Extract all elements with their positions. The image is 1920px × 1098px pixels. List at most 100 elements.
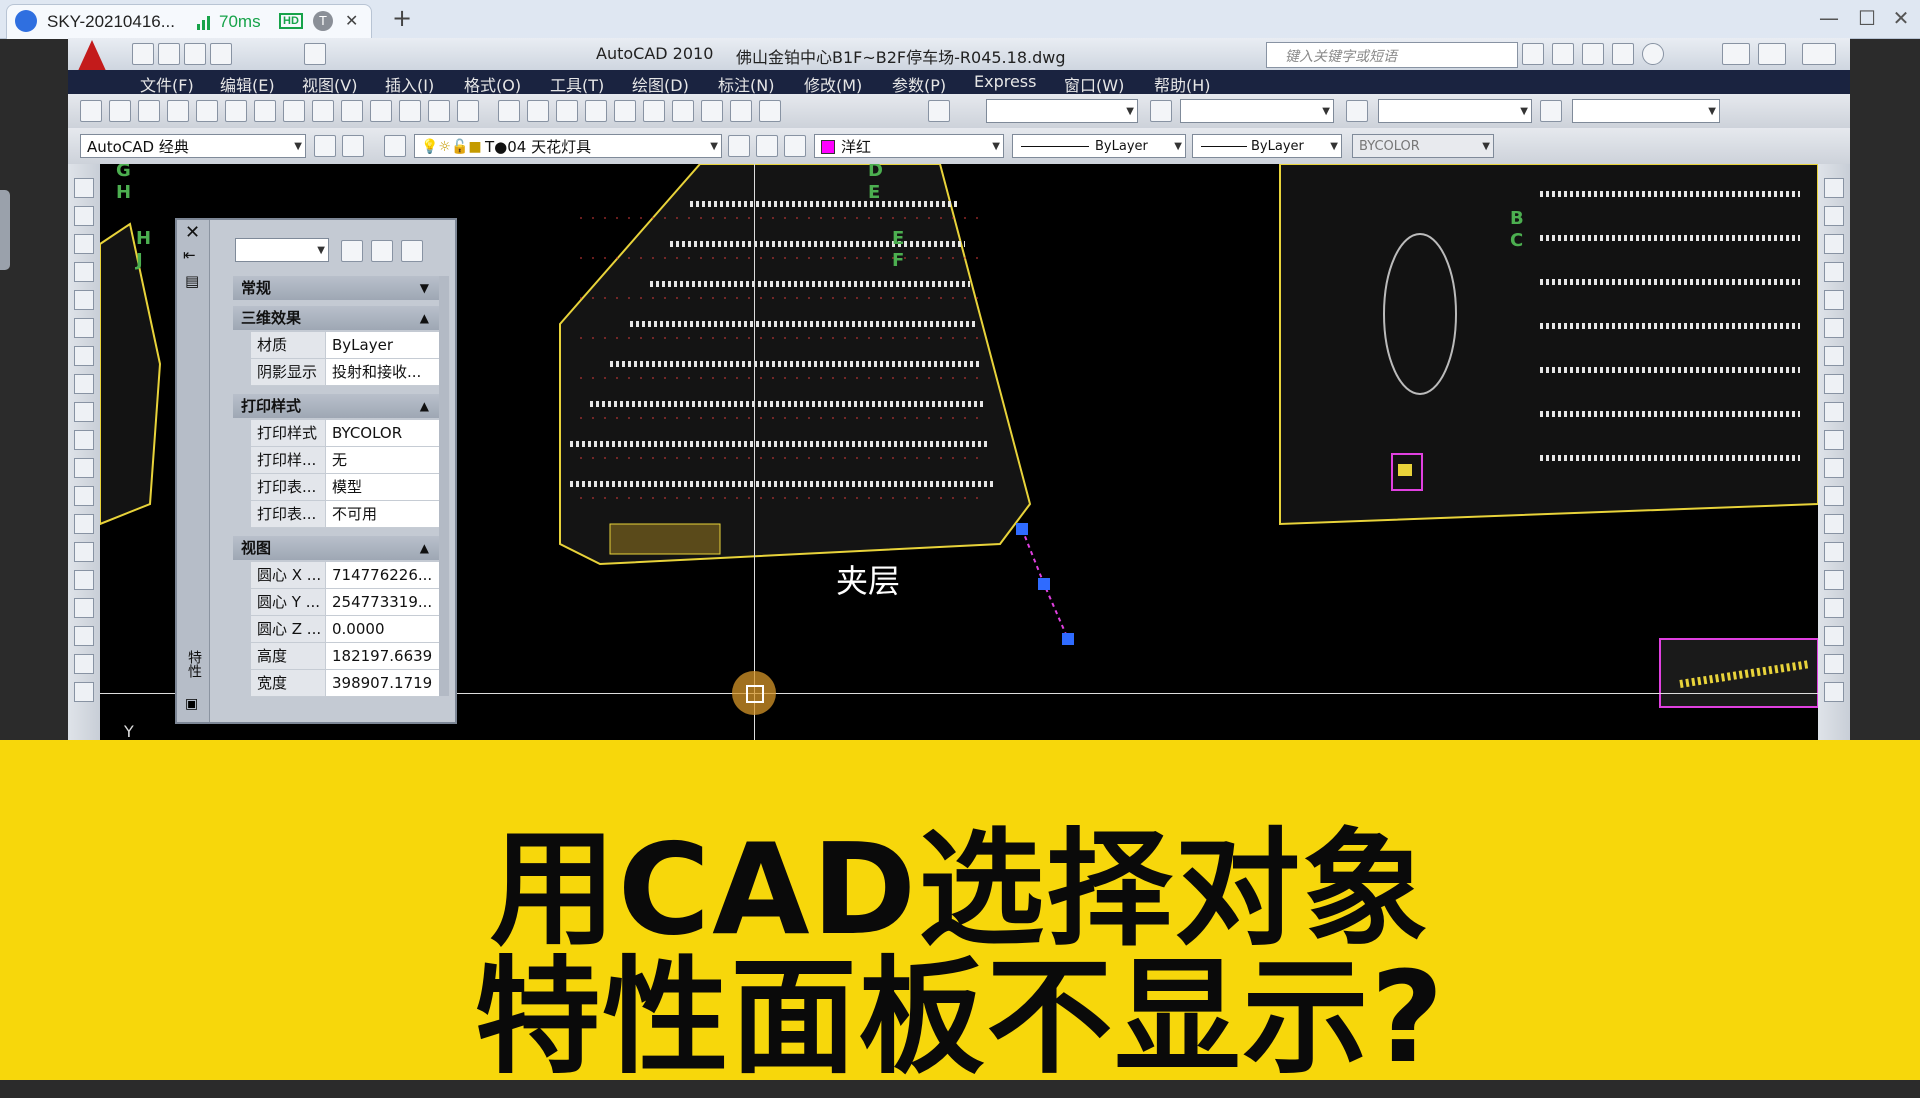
standard-tool-5-icon[interactable] — [196, 100, 218, 122]
zoom-tool-5-icon[interactable] — [614, 100, 636, 122]
undo-icon[interactable] — [210, 43, 232, 65]
draw-tool-9-icon[interactable] — [74, 402, 94, 422]
draw-tool-16-icon[interactable] — [74, 598, 94, 618]
draw-tool-5-icon[interactable] — [74, 290, 94, 310]
draw-tool-10-icon[interactable] — [74, 430, 94, 450]
zoom-tool-2-icon[interactable] — [527, 100, 549, 122]
plot-icon[interactable] — [304, 43, 326, 65]
toggle-pickadd-icon[interactable] — [341, 240, 363, 262]
standard-tool-8-icon[interactable] — [283, 100, 305, 122]
browser-tab[interactable]: SKY-20210416... 70ms HD T ✕ — [6, 4, 372, 39]
draw-tool-17-icon[interactable] — [74, 626, 94, 646]
binoculars-icon[interactable] — [1522, 43, 1544, 65]
zoom-tool-4-icon[interactable] — [585, 100, 607, 122]
draw-tool-2-icon[interactable] — [74, 206, 94, 226]
draw-tool-11-icon[interactable] — [74, 458, 94, 478]
property-row[interactable]: 圆心 Z ... 0.0000 — [233, 616, 439, 643]
standard-tool-14-icon[interactable] — [457, 100, 479, 122]
palette-close-icon[interactable]: ✕ — [185, 222, 200, 243]
menu-view[interactable]: 视图(V) — [302, 72, 357, 96]
zoom-tool-1-icon[interactable] — [498, 100, 520, 122]
menu-format[interactable]: 格式(O) — [464, 72, 521, 96]
maximize-button[interactable]: ☐ — [1850, 4, 1884, 32]
menu-tools[interactable]: 工具(T) — [550, 72, 604, 96]
standard-tool-12-icon[interactable] — [399, 100, 421, 122]
menu-edit[interactable]: 编辑(E) — [220, 72, 275, 96]
modify-tool-6-icon[interactable] — [1824, 318, 1844, 338]
section-general[interactable]: 常规 ▼ — [233, 276, 439, 300]
modify-tool-1-icon[interactable] — [1824, 178, 1844, 198]
grip-point[interactable] — [1062, 633, 1074, 645]
mleader-style-tool-1-icon[interactable] — [1540, 100, 1562, 122]
standard-tool-2-icon[interactable] — [109, 100, 131, 122]
menu-parametric[interactable]: 参数(P) — [892, 72, 946, 96]
draw-tool-15-icon[interactable] — [74, 570, 94, 590]
cad-restore-icon[interactable] — [1758, 43, 1786, 65]
modify-tool-4-icon[interactable] — [1824, 262, 1844, 282]
draw-tool-12-icon[interactable] — [74, 486, 94, 506]
window-close-button[interactable]: ✕ — [1884, 4, 1918, 32]
key-icon[interactable] — [1552, 43, 1574, 65]
color-combo[interactable]: 洋红 ▼ — [814, 134, 1004, 158]
property-row[interactable]: 圆心 Y ... 254773319... — [233, 589, 439, 616]
modify-tool-13-icon[interactable] — [1824, 514, 1844, 534]
new-tab-button[interactable]: + — [392, 4, 412, 32]
menu-file[interactable]: 文件(F) — [140, 72, 194, 96]
dim-style-tool-1-icon[interactable] — [1150, 100, 1172, 122]
standard-tool-11-icon[interactable] — [370, 100, 392, 122]
table-style-combo[interactable]: ▼ — [1378, 99, 1532, 123]
object-selector-combo[interactable]: ▼ — [235, 238, 329, 262]
grip-point[interactable] — [1016, 523, 1028, 535]
zoom-tool-6-icon[interactable] — [643, 100, 665, 122]
modify-tool-2-icon[interactable] — [1824, 206, 1844, 226]
toolbar-lock-icon[interactable] — [342, 135, 364, 157]
dim-style-combo[interactable]: ▼ — [1180, 99, 1334, 123]
draw-tool-19-icon[interactable] — [74, 682, 94, 702]
communication-center-icon[interactable] — [1582, 43, 1604, 65]
standard-tool-6-icon[interactable] — [225, 100, 247, 122]
workspace-settings-icon[interactable] — [314, 135, 336, 157]
save-icon[interactable] — [184, 43, 206, 65]
standard-tool-9-icon[interactable] — [312, 100, 334, 122]
draw-tool-7-icon[interactable] — [74, 346, 94, 366]
layer-isolate-icon[interactable] — [784, 135, 806, 157]
standard-tool-7-icon[interactable] — [254, 100, 276, 122]
menu-help[interactable]: 帮助(H) — [1154, 72, 1211, 96]
draw-tool-1-icon[interactable] — [74, 178, 94, 198]
draw-tool-13-icon[interactable] — [74, 514, 94, 534]
menu-dimension[interactable]: 标注(N) — [718, 72, 774, 96]
property-row[interactable]: 材质 ByLayer — [233, 332, 439, 359]
standard-tool-10-icon[interactable] — [341, 100, 363, 122]
standard-tool-3-icon[interactable] — [138, 100, 160, 122]
modify-tool-14-icon[interactable] — [1824, 542, 1844, 562]
property-row[interactable]: 打印样... 无 — [233, 447, 439, 474]
property-row[interactable]: 宽度 398907.1719 — [233, 670, 439, 697]
minimize-button[interactable]: — — [1812, 4, 1846, 32]
modify-tool-7-icon[interactable] — [1824, 346, 1844, 366]
select-objects-icon[interactable] — [371, 240, 393, 262]
modify-tool-11-icon[interactable] — [1824, 458, 1844, 478]
help-icon[interactable] — [1642, 43, 1664, 65]
zoom-tool-3-icon[interactable] — [556, 100, 578, 122]
section-view[interactable]: 视图 ▲ — [233, 536, 439, 560]
palette-autohide-icon[interactable]: ⇤ — [183, 246, 196, 264]
zoom-tool-9-icon[interactable] — [730, 100, 752, 122]
modify-tool-3-icon[interactable] — [1824, 234, 1844, 254]
menu-modify[interactable]: 修改(M) — [804, 72, 862, 96]
property-row[interactable]: 打印表... 不可用 — [233, 501, 439, 528]
cad-close-icon[interactable] — [1802, 43, 1836, 65]
property-row[interactable]: 高度 182197.6639 — [233, 643, 439, 670]
help-search-box[interactable]: 键入关键字或短语 — [1266, 42, 1518, 68]
open-file-icon[interactable] — [158, 43, 180, 65]
zoom-tool-7-icon[interactable] — [672, 100, 694, 122]
layer-previous-icon[interactable] — [756, 135, 778, 157]
modify-tool-15-icon[interactable] — [1824, 570, 1844, 590]
modify-tool-5-icon[interactable] — [1824, 290, 1844, 310]
palette-bottom-icon[interactable]: ▣ — [185, 696, 198, 712]
property-row[interactable]: 阴影显示 投射和接收... — [233, 359, 439, 386]
standard-tool-13-icon[interactable] — [428, 100, 450, 122]
property-row[interactable]: 圆心 X ... 714776226... — [233, 562, 439, 589]
draw-tool-6-icon[interactable] — [74, 318, 94, 338]
standard-tool-1-icon[interactable] — [80, 100, 102, 122]
new-file-icon[interactable] — [132, 43, 154, 65]
